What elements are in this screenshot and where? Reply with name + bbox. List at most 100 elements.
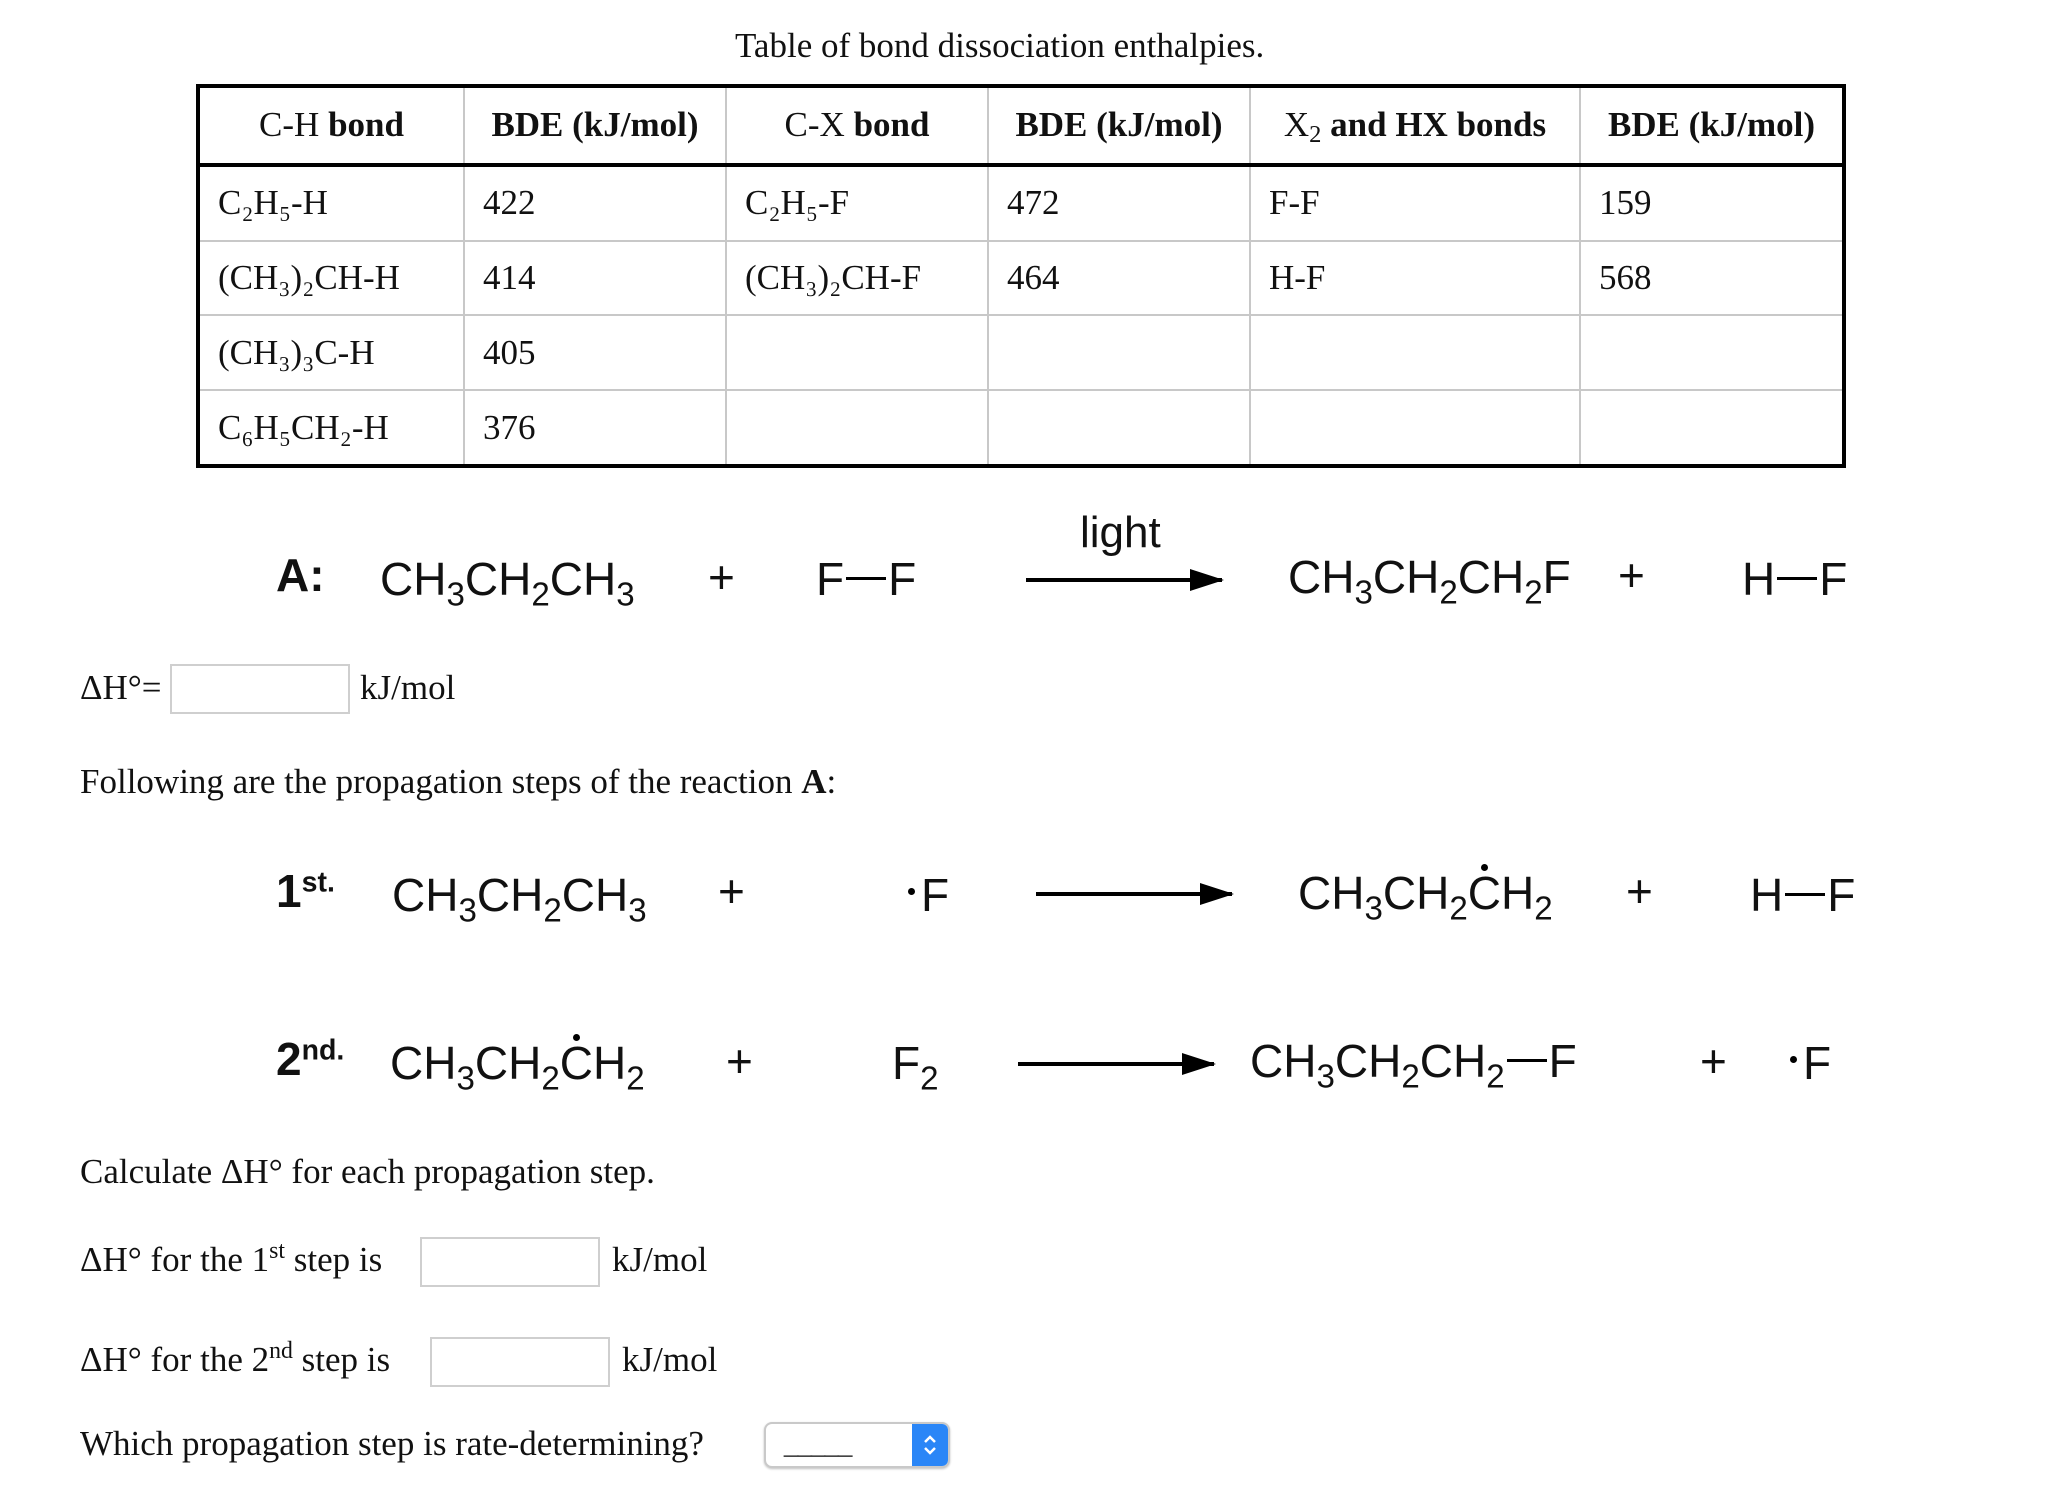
- reaction-a-product-propyl-fluoride: CH3CH2CH2F: [1288, 551, 1571, 612]
- select-arrows-button[interactable]: [912, 1424, 948, 1466]
- header-cx-bde: BDE (kJ/mol): [987, 84, 1251, 167]
- single-bond: [1506, 1059, 1547, 1063]
- cell-x-bond: [1249, 314, 1581, 392]
- reaction-a-product-hf: HF: [1742, 553, 1848, 605]
- header-text: bond: [328, 105, 404, 145]
- step2-answer-label: ΔH° for the 2nd step is: [80, 1337, 390, 1380]
- header-x-bond: X2 and HX bonds: [1249, 84, 1581, 167]
- step-number: 2: [276, 1033, 302, 1085]
- subscript: 2: [1401, 1058, 1420, 1096]
- radical-carbon: C: [559, 1034, 594, 1089]
- header-text: BDE (kJ/mol): [1607, 105, 1816, 145]
- plus-sign: +: [718, 865, 745, 917]
- header-ch-bde: BDE (kJ/mol): [463, 84, 727, 167]
- cell-ch-bde: 405: [463, 314, 727, 392]
- table-row: (CH₃)₃C-H 405: [196, 314, 1846, 392]
- label-ordinal: nd: [269, 1337, 293, 1364]
- table-header-row: C-H bond BDE (kJ/mol) C-X bond BDE (kJ/m…: [196, 84, 1846, 167]
- cell-ch-bond: C₂H₅-H: [196, 163, 465, 242]
- reaction-arrow: [1036, 883, 1234, 905]
- cell-x-bond: H-F: [1249, 239, 1581, 317]
- delta-h-unit: kJ/mol: [360, 668, 456, 707]
- header-text: BDE (kJ/mol): [491, 105, 699, 145]
- cell-x-bde: 159: [1579, 163, 1846, 242]
- step1-delta-h-input[interactable]: [420, 1237, 600, 1287]
- step2-delta-h-input[interactable]: [430, 1337, 610, 1387]
- single-bond: [1785, 893, 1826, 897]
- rate-determining-select[interactable]: _____: [764, 1422, 950, 1468]
- step2-reactant-f2: F2: [892, 1037, 939, 1098]
- cell-x-bde: 568: [1579, 239, 1846, 317]
- cell-cx-bond: [725, 314, 989, 392]
- cell-x-bde: [1579, 389, 1846, 468]
- plus-sign: +: [708, 551, 735, 603]
- subscript: 2: [531, 576, 550, 614]
- header-text: bond: [853, 105, 930, 145]
- cell-cx-bde: 464: [987, 239, 1251, 317]
- plus-sign: +: [1626, 865, 1653, 917]
- step1-label: 1st.: [276, 864, 335, 918]
- label-text: ΔH° for the 2: [80, 1340, 270, 1379]
- cell-ch-bond: C₆H₅CH₂-H: [196, 389, 465, 468]
- subscript: 2: [1439, 574, 1458, 612]
- subscript: 2: [543, 892, 562, 930]
- step1-unit: kJ/mol: [612, 1240, 708, 1279]
- cell-cx-bde: 472: [987, 163, 1251, 242]
- subscript: 2: [920, 1060, 939, 1098]
- cell-x-bond: [1249, 389, 1581, 468]
- step-ordinal: st.: [301, 866, 335, 899]
- propagation-intro: Following are the propagation steps of t…: [80, 762, 836, 802]
- reaction-a-label: A:: [276, 549, 325, 601]
- plus-sign: +: [1700, 1035, 1727, 1087]
- cell-cx-bond: C₂H₅-F: [725, 163, 989, 242]
- subscript: 3: [628, 892, 647, 930]
- step1-answer-label: ΔH° for the 1st step is: [80, 1239, 383, 1280]
- header-text: C-X: [784, 105, 845, 145]
- table-caption: Table of bond dissociation enthalpies.: [735, 26, 1265, 65]
- rate-question: Which propagation step is rate-determini…: [80, 1424, 704, 1463]
- single-bond: [846, 577, 887, 581]
- intro-colon: :: [826, 762, 837, 801]
- step-ordinal: nd.: [301, 1034, 345, 1067]
- subscript: 3: [1354, 574, 1373, 612]
- reaction-a-reactant-f2: FF: [816, 553, 917, 605]
- cell-cx-bond: (CH₃)₂CH-F: [725, 239, 989, 317]
- formula-text: CH3CH2CH2 F: [1250, 1035, 1577, 1096]
- step-number: 1: [276, 865, 302, 917]
- reaction-condition-light: light: [1080, 508, 1161, 557]
- header-x-bde: BDE (kJ/mol): [1579, 84, 1846, 167]
- header-text: X: [1283, 105, 1310, 145]
- subscript: 2: [1524, 574, 1543, 612]
- step1-product-hf: HF: [1750, 869, 1856, 921]
- subscript: 3: [456, 1060, 475, 1098]
- delta-h-overall-input[interactable]: [170, 664, 350, 714]
- step2-unit: kJ/mol: [622, 1340, 718, 1379]
- intro-text: Following are the propagation steps of t…: [80, 762, 802, 801]
- subscript: 2: [626, 1060, 645, 1098]
- chevron-up-down-icon: [924, 1435, 936, 1455]
- header-text: C-H: [259, 105, 320, 145]
- label-text: step is: [284, 1240, 383, 1279]
- calc-prompt: Calculate ΔH° for each propagation step.: [80, 1152, 655, 1191]
- cell-x-bde: [1579, 314, 1846, 392]
- cell-ch-bond: (CH₃)₃C-H: [196, 314, 465, 392]
- cell-cx-bde: [987, 314, 1251, 392]
- subscript: 3: [1316, 1058, 1335, 1096]
- table-row: (CH₃)₂CH-H 414 (CH₃)₂CH-F 464 H-F 568: [196, 239, 1846, 317]
- subscript: 2: [1449, 890, 1468, 928]
- step1-product-propyl-radical: CH3CH2CH2: [1298, 864, 1553, 928]
- step2-reactant-propyl-radical: CH3CH2CH2: [390, 1034, 645, 1098]
- table-row: C₂H₅-H 422 C₂H₅-F 472 F-F 159: [196, 163, 1846, 242]
- subscript: 2: [541, 1060, 560, 1098]
- plus-sign: +: [726, 1035, 753, 1087]
- table-row: C₆H₅CH₂-H 376: [196, 389, 1846, 468]
- subscript: 2: [1534, 890, 1553, 928]
- subscript: 3: [1364, 890, 1383, 928]
- step2-product-fluorine-radical: F: [1790, 1036, 1831, 1090]
- reaction-a-reactant-propane: CH3CH2CH3: [380, 553, 635, 614]
- step1-reactant-fluorine-radical: F: [908, 868, 949, 922]
- subscript: 3: [446, 576, 465, 614]
- header-ch-bond: C-H bond: [196, 84, 465, 167]
- step2-product-propyl-fluoride: CH3CH2CH2 F: [1250, 1034, 1577, 1096]
- header-subscript: 2: [1309, 121, 1322, 149]
